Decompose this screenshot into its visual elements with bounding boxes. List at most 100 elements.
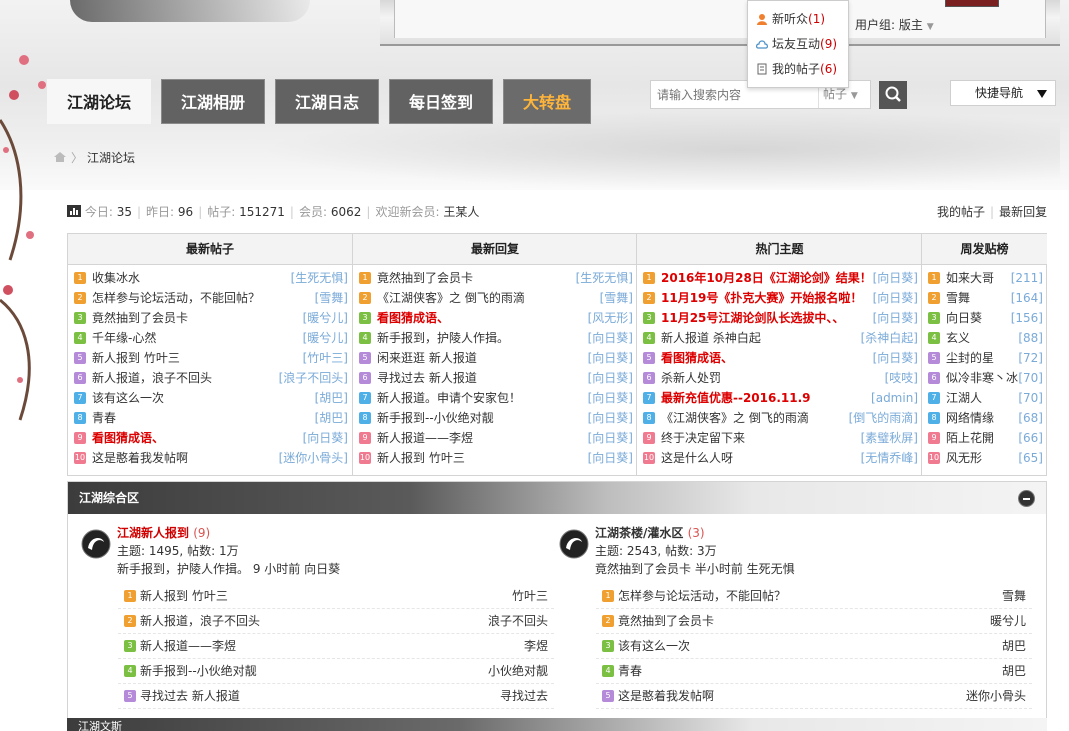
item-title-link[interactable]: 寻找过去 新人报道: [377, 368, 477, 388]
dropdown-item-my-posts[interactable]: 我的帖子(6): [756, 59, 837, 79]
item-title-link[interactable]: 这是憨着我发帖啊: [92, 448, 188, 468]
tab-checkin[interactable]: 每日签到: [389, 79, 493, 124]
item-author-link[interactable]: [向日葵]: [588, 428, 633, 448]
tab-lucky-wheel[interactable]: 大转盘: [503, 79, 591, 124]
thread-author-link[interactable]: 寻找过去: [500, 684, 548, 708]
item-author-link[interactable]: [向日葵]: [588, 388, 633, 408]
forum-name-link[interactable]: 江湖茶楼/灌水区: [595, 526, 683, 540]
item-title-link[interactable]: 尘封的星: [946, 348, 994, 368]
forum-last-post[interactable]: 新手报到，护陵人作揖。 9 小时前 向日葵: [117, 560, 340, 577]
item-author-link[interactable]: [向日葵]: [873, 268, 918, 288]
thread-author-link[interactable]: 小伙绝对靓: [488, 659, 548, 683]
thread-title-link[interactable]: 竟然抽到了会员卡: [618, 609, 714, 633]
item-title-link[interactable]: 最新充值优惠--2016.11.9: [661, 388, 811, 408]
item-title-link[interactable]: 杀新人处罚: [661, 368, 721, 388]
item-author-link[interactable]: [164]: [1011, 288, 1043, 308]
item-title-link[interactable]: 新人报到 竹叶三: [92, 348, 180, 368]
tab-album[interactable]: 江湖相册: [161, 79, 265, 124]
item-title-link[interactable]: 青春: [92, 408, 116, 428]
item-title-link[interactable]: 新人报道。申请个安家包！: [377, 388, 521, 408]
item-author-link[interactable]: [雪舞]: [600, 288, 633, 308]
item-author-link[interactable]: [向日葵]: [588, 448, 633, 468]
item-title-link[interactable]: 《江湖侠客》之 倒飞的雨滴: [377, 288, 525, 308]
quick-nav-button[interactable]: 快捷导航: [950, 80, 1056, 106]
item-author-link[interactable]: [胡巴]: [315, 408, 348, 428]
item-author-link[interactable]: [66]: [1018, 428, 1043, 448]
item-title-link[interactable]: 雪舞: [946, 288, 970, 308]
thread-author-link[interactable]: 李煜: [524, 634, 548, 658]
item-author-link[interactable]: [向日葵]: [873, 348, 918, 368]
item-author-link[interactable]: [浪子不回头]: [279, 368, 348, 388]
item-title-link[interactable]: 竟然抽到了会员卡: [377, 268, 473, 288]
item-title-link[interactable]: 千年缘-心然: [92, 328, 156, 348]
item-title-link[interactable]: 看图猜成语、: [92, 428, 164, 448]
item-title-link[interactable]: 竟然抽到了会员卡: [92, 308, 188, 328]
thread-title-link[interactable]: 新人报道——李煜: [140, 634, 236, 658]
item-title-link[interactable]: 江湖人: [946, 388, 982, 408]
item-title-link[interactable]: 新人报道——李煜: [377, 428, 473, 448]
item-author-link[interactable]: [65]: [1018, 448, 1043, 468]
item-title-link[interactable]: 怎样参与论坛活动，不能回帖？: [92, 288, 260, 308]
section-title[interactable]: 江湖综合区: [79, 491, 139, 505]
item-author-link[interactable]: [向日葵]: [303, 428, 348, 448]
breadcrumb-current[interactable]: 江湖论坛: [87, 151, 135, 165]
item-title-link[interactable]: 似冷非寒丶冰: [946, 368, 1018, 388]
search-button[interactable]: [879, 81, 907, 109]
item-title-link[interactable]: 看图猜成语、: [661, 348, 733, 368]
item-title-link[interactable]: 终于决定留下来: [661, 428, 745, 448]
thread-author-link[interactable]: 胡巴: [1002, 659, 1026, 683]
item-title-link[interactable]: 11月25号江湖论剑队长选拔中、、: [661, 308, 844, 328]
item-author-link[interactable]: [素璧秋屏]: [861, 428, 918, 448]
item-title-link[interactable]: 这是什么人呀: [661, 448, 733, 468]
forum-name-link[interactable]: 江湖新人报到: [117, 526, 189, 540]
thread-author-link[interactable]: 迷你小骨头: [966, 684, 1026, 708]
item-title-link[interactable]: 收集冰水: [92, 268, 140, 288]
item-author-link[interactable]: [倒飞的雨滴]: [849, 408, 918, 428]
welcome-user-link[interactable]: 王某人: [443, 205, 479, 219]
item-author-link[interactable]: [吱吱]: [885, 368, 918, 388]
item-title-link[interactable]: 陌上花開: [946, 428, 994, 448]
item-author-link[interactable]: [生死无惧]: [576, 268, 633, 288]
item-title-link[interactable]: 风无形: [946, 448, 982, 468]
dropdown-item-interactions[interactable]: 坛友互动(9): [756, 34, 837, 54]
thread-title-link[interactable]: 这是憨着我发帖啊: [618, 684, 714, 708]
item-title-link[interactable]: 11月19号《扑克大赛》开始报名啦！: [661, 288, 862, 308]
item-author-link[interactable]: [竹叶三]: [303, 348, 348, 368]
item-author-link[interactable]: [暖兮儿]: [303, 308, 348, 328]
item-author-link[interactable]: [暖兮儿]: [303, 328, 348, 348]
forum-icon[interactable]: [80, 528, 112, 560]
item-title-link[interactable]: 该有这么一次: [92, 388, 164, 408]
site-logo[interactable]: [70, 0, 310, 22]
item-title-link[interactable]: 新手报到--小伙绝对靓: [377, 408, 494, 428]
item-author-link[interactable]: [向日葵]: [873, 288, 918, 308]
item-author-link[interactable]: [向日葵]: [588, 408, 633, 428]
item-title-link[interactable]: 《江湖侠客》之 倒飞的雨滴: [661, 408, 809, 428]
item-title-link[interactable]: 新人报道，浪子不回头: [92, 368, 212, 388]
thread-author-link[interactable]: 胡巴: [1002, 634, 1026, 658]
item-author-link[interactable]: [生死无惧]: [291, 268, 348, 288]
user-group-label[interactable]: 用户组: 版主 ▼: [855, 16, 934, 33]
thread-author-link[interactable]: 雪舞: [1002, 584, 1026, 608]
item-title-link[interactable]: 网络情缘: [946, 408, 994, 428]
item-author-link[interactable]: [向日葵]: [588, 328, 633, 348]
item-author-link[interactable]: [向日葵]: [588, 368, 633, 388]
thread-title-link[interactable]: 青春: [618, 659, 642, 683]
item-title-link[interactable]: 如来大哥: [946, 268, 994, 288]
item-title-link[interactable]: 新手报到，护陵人作揖。: [377, 328, 509, 348]
item-title-link[interactable]: 玄义: [946, 328, 970, 348]
my-posts-link[interactable]: 我的帖子: [937, 205, 985, 219]
thread-title-link[interactable]: 新人报道，浪子不回头: [140, 609, 260, 633]
item-author-link[interactable]: [68]: [1018, 408, 1043, 428]
item-author-link[interactable]: [72]: [1018, 348, 1043, 368]
thread-title-link[interactable]: 寻找过去 新人报道: [140, 684, 240, 708]
latest-replies-link[interactable]: 最新回复: [999, 205, 1047, 219]
item-author-link[interactable]: [211]: [1011, 268, 1043, 288]
item-author-link[interactable]: [无情乔峰]: [861, 448, 918, 468]
item-author-link[interactable]: [向日葵]: [588, 348, 633, 368]
dropdown-item-new-listeners[interactable]: 新听众(1): [756, 9, 825, 29]
thread-title-link[interactable]: 该有这么一次: [618, 634, 690, 658]
item-author-link[interactable]: [156]: [1011, 308, 1043, 328]
home-icon[interactable]: [53, 151, 67, 163]
thread-title-link[interactable]: 新手报到--小伙绝对靓: [140, 659, 257, 683]
item-author-link[interactable]: [迷你小骨头]: [279, 448, 348, 468]
